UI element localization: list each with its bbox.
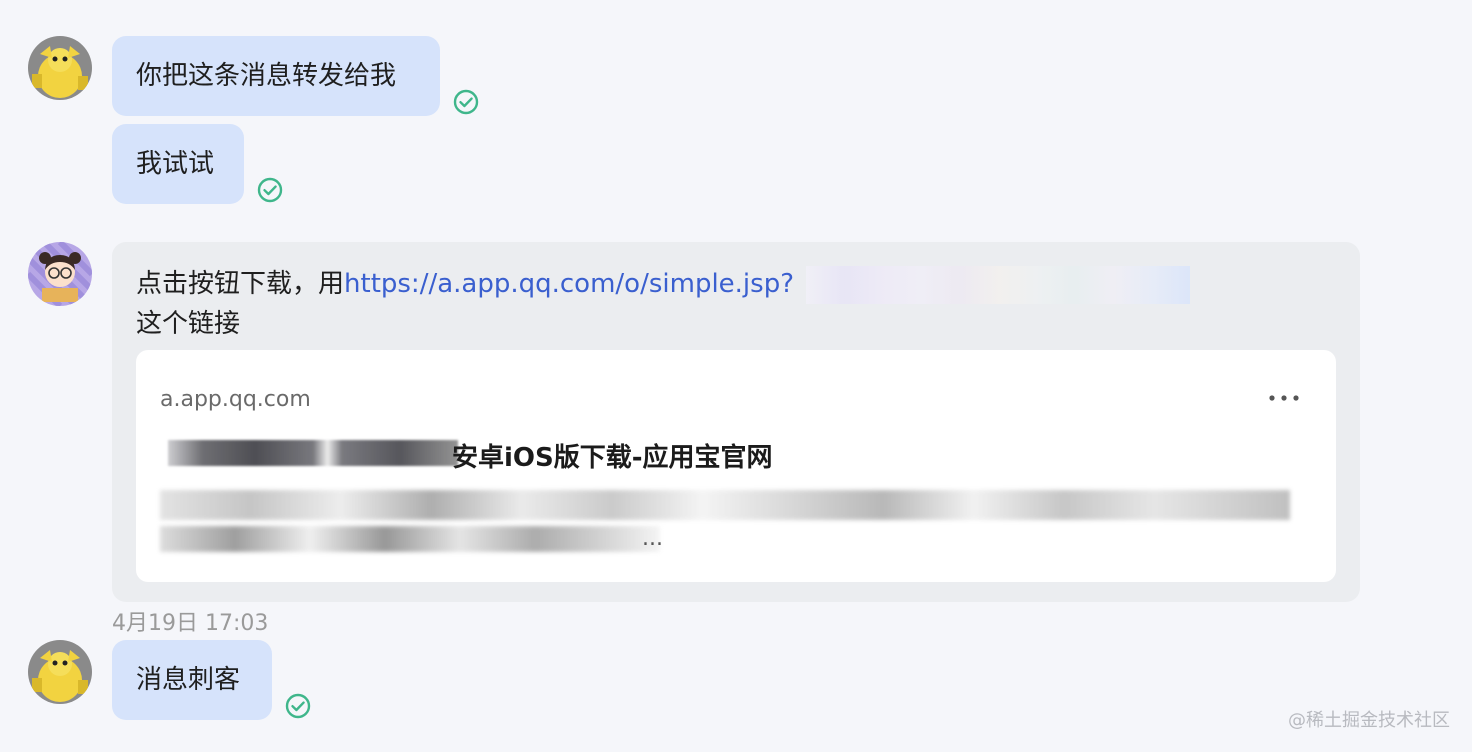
watermark: @稀土掘金技术社区 bbox=[1288, 710, 1450, 731]
message-text: 你把这条消息转发给我 bbox=[136, 61, 397, 91]
check-circle-icon bbox=[453, 89, 479, 115]
message-text-suffix: 这个链接 bbox=[136, 309, 241, 339]
blurred-link-params bbox=[806, 266, 1190, 304]
user-avatar[interactable] bbox=[28, 640, 92, 704]
message-bubble[interactable]: 消息刺客 bbox=[112, 640, 272, 720]
message-link[interactable]: https://a.app.qq.com/o/simple.jsp? bbox=[344, 269, 794, 299]
check-circle-icon bbox=[257, 177, 283, 203]
link-preview-card[interactable]: a.app.qq.com 安卓iOS版下载-应用宝官网 ... bbox=[136, 350, 1336, 582]
message-text: 消息刺客 bbox=[136, 665, 241, 695]
message-text: 我试试 bbox=[136, 149, 215, 179]
message-bubble[interactable]: 我试试 bbox=[112, 124, 244, 204]
preview-title: 安卓iOS版下载-应用宝官网 bbox=[452, 443, 773, 473]
message-text: 点击按钮下载，用https://a.app.qq.com/o/simple.js… bbox=[136, 264, 794, 344]
preview-domain: a.app.qq.com bbox=[160, 387, 311, 412]
chat-view: 你把这条消息转发给我 我试试 点击按钮下载，用https://a.app.qq.… bbox=[0, 0, 1472, 752]
message-bubble[interactable]: 你把这条消息转发给我 bbox=[112, 36, 440, 116]
preview-desc-ellipsis: ... bbox=[642, 526, 663, 551]
message-text-prefix: 点击按钮下载，用 bbox=[136, 269, 345, 299]
link-message-bubble[interactable]: 点击按钮下载，用https://a.app.qq.com/o/simple.js… bbox=[112, 242, 1360, 602]
message-timestamp: 4月19日 17:03 bbox=[112, 611, 269, 636]
more-dots-icon[interactable] bbox=[1266, 388, 1302, 408]
blurred-description bbox=[160, 526, 660, 552]
blurred-description bbox=[160, 490, 1290, 520]
blurred-title bbox=[168, 440, 458, 466]
contact-avatar[interactable] bbox=[28, 242, 92, 306]
check-circle-icon bbox=[285, 693, 311, 719]
user-avatar[interactable] bbox=[28, 36, 92, 100]
